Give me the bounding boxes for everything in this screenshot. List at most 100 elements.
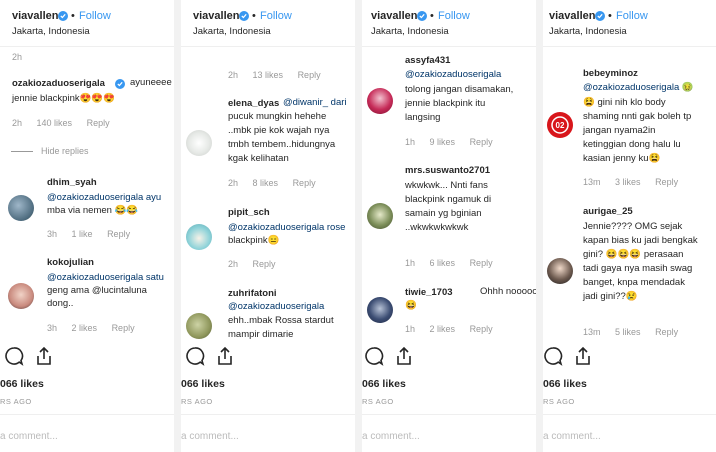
avatar[interactable]	[8, 283, 34, 309]
mention-link[interactable]: @ozakiozaduoserigala 🤢	[583, 82, 694, 93]
comment-username[interactable]: assyfa431	[405, 55, 450, 66]
avatar[interactable]	[547, 258, 573, 284]
comment-username[interactable]: elena_dyas	[228, 98, 279, 109]
post-username[interactable]: viavallen	[193, 10, 239, 22]
comment-likes[interactable]: 8 likes	[253, 178, 279, 188]
reply-button[interactable]: Reply	[470, 258, 493, 268]
reply-button[interactable]: Reply	[253, 259, 276, 269]
post-location[interactable]: Jakarta, Indonesia	[12, 26, 90, 37]
comment-panel-3: viavallen • Follow Jakarta, Indonesia as…	[362, 0, 536, 452]
comment-username[interactable]: dhim_syah	[47, 177, 97, 188]
post-location[interactable]: Jakarta, Indonesia	[371, 26, 449, 37]
comment-username[interactable]: aurigae_25	[583, 206, 633, 217]
share-icon[interactable]	[215, 346, 235, 366]
comment-text: kapan bias ku jadi bengkak	[583, 235, 698, 246]
mention-link[interactable]: @ozakiozaduoserigala	[405, 69, 501, 80]
comment-text: tolong jangan disamakan,	[405, 84, 514, 95]
comment-likes[interactable]: 5 likes	[615, 327, 641, 337]
comment-icon[interactable]	[4, 346, 24, 366]
comment-text: blackpink ngamuk di	[405, 194, 492, 205]
comment-likes[interactable]: 2 likes	[72, 323, 98, 333]
add-comment-input[interactable]: a comment...	[0, 431, 58, 442]
post-likes-count[interactable]: 066 likes	[0, 378, 44, 390]
reply-button[interactable]: Reply	[655, 327, 678, 337]
comment-text: tadi gaya nya masih swag	[583, 263, 693, 274]
avatar[interactable]	[8, 195, 34, 221]
post-timestamp: RS AGO	[362, 397, 394, 406]
reply-button[interactable]: Reply	[87, 118, 110, 128]
post-likes-count[interactable]: 066 likes	[543, 378, 587, 390]
comment-username[interactable]: pipit_sch	[228, 207, 270, 218]
share-icon[interactable]	[573, 346, 593, 366]
avatar[interactable]	[186, 130, 212, 156]
comment-text: @ozakiozaduoserigala rose	[228, 222, 345, 234]
comment-likes[interactable]: 1 like	[72, 229, 93, 239]
comment-text: mampir dimarie	[228, 329, 294, 340]
comment-time: 2h	[12, 52, 23, 62]
comment-username[interactable]: zuhrifatoni	[228, 288, 277, 299]
follow-button[interactable]: Follow	[438, 10, 470, 22]
follow-button[interactable]: Follow	[260, 10, 292, 22]
comment-text: gini? 😆😆😆 perasaan	[583, 249, 684, 260]
post-location[interactable]: Jakarta, Indonesia	[193, 26, 271, 37]
comment-icon[interactable]	[185, 346, 205, 366]
comment-likes[interactable]: 3 likes	[615, 177, 641, 187]
add-comment-input[interactable]: a comment...	[181, 431, 239, 442]
avatar[interactable]	[186, 224, 212, 250]
mention-link[interactable]: @ozakiozaduoserigala rose	[228, 222, 345, 233]
reply-button[interactable]: Reply	[470, 137, 493, 147]
post-username[interactable]: viavallen	[12, 10, 58, 22]
reply-button[interactable]: Reply	[293, 178, 316, 188]
mention-link[interactable]: @ozakiozaduoserigala satu	[47, 272, 164, 283]
hide-replies-button[interactable]: Hide replies	[41, 146, 89, 156]
post-location[interactable]: Jakarta, Indonesia	[549, 26, 627, 37]
comment-text: ayuneeee	[130, 77, 172, 88]
comment-likes[interactable]: 2 likes	[430, 324, 456, 334]
comment-time: 2h	[228, 70, 239, 80]
comment-username[interactable]: tiwie_1703	[405, 287, 453, 298]
mention-link[interactable]: @ozakiozaduoserigala ayu	[47, 192, 161, 203]
comment-likes[interactable]: 6 likes	[430, 258, 456, 268]
mention-link[interactable]: @diwanir_ dari	[283, 97, 347, 108]
avatar[interactable]	[186, 313, 212, 339]
avatar[interactable]	[367, 203, 393, 229]
svg-text:02: 02	[556, 121, 565, 130]
share-icon[interactable]	[34, 346, 54, 366]
comment-icon[interactable]	[543, 346, 563, 366]
share-icon[interactable]	[394, 346, 414, 366]
avatar[interactable]: 02	[547, 112, 573, 138]
comment-likes[interactable]: 9 likes	[430, 137, 456, 147]
post-likes-count[interactable]: 066 likes	[362, 378, 406, 390]
comment-text: wkwkwk... Nnti fans	[405, 180, 488, 191]
comment-text: jennie blackpink itu	[405, 98, 486, 109]
comment-meta: 1h 6 likes Reply	[405, 258, 505, 268]
reply-button[interactable]: Reply	[470, 324, 493, 334]
comment-text: jangan nyama2in	[583, 125, 656, 136]
reply-button[interactable]: Reply	[298, 70, 321, 80]
post-username[interactable]: viavallen	[371, 10, 417, 22]
comment-username[interactable]: bebeyminoz	[583, 68, 638, 79]
post-username[interactable]: viavallen	[549, 10, 595, 22]
comment-username[interactable]: kokojulian	[47, 257, 94, 268]
reply-button[interactable]: Reply	[107, 229, 130, 239]
mention-link[interactable]: @ozakiozaduoserigala	[228, 301, 324, 312]
comment-panel-2: viavallen • Follow Jakarta, Indonesia 2h…	[181, 0, 355, 452]
follow-button[interactable]: Follow	[616, 10, 648, 22]
comment-text: kgak kelihatan	[228, 153, 289, 164]
comment-text: @ozakiozaduoserigala	[405, 69, 501, 81]
comment-likes[interactable]: 140 likes	[37, 118, 73, 128]
follow-button[interactable]: Follow	[79, 10, 111, 22]
comment-icon[interactable]	[364, 346, 384, 366]
add-comment-input[interactable]: a comment...	[543, 431, 601, 442]
avatar[interactable]	[367, 88, 393, 114]
reply-button[interactable]: Reply	[655, 177, 678, 187]
avatar[interactable]	[367, 297, 393, 323]
comment-time: 1h	[405, 324, 416, 334]
comment-likes[interactable]: 13 likes	[253, 70, 284, 80]
post-likes-count[interactable]: 066 likes	[181, 378, 225, 390]
comment-username[interactable]: ozakiozaduoserigala	[12, 78, 105, 89]
logo-02-icon: 02	[551, 116, 569, 134]
add-comment-input[interactable]: a comment...	[362, 431, 420, 442]
comment-username[interactable]: mrs.suswanto2701	[405, 165, 490, 176]
reply-button[interactable]: Reply	[112, 323, 135, 333]
